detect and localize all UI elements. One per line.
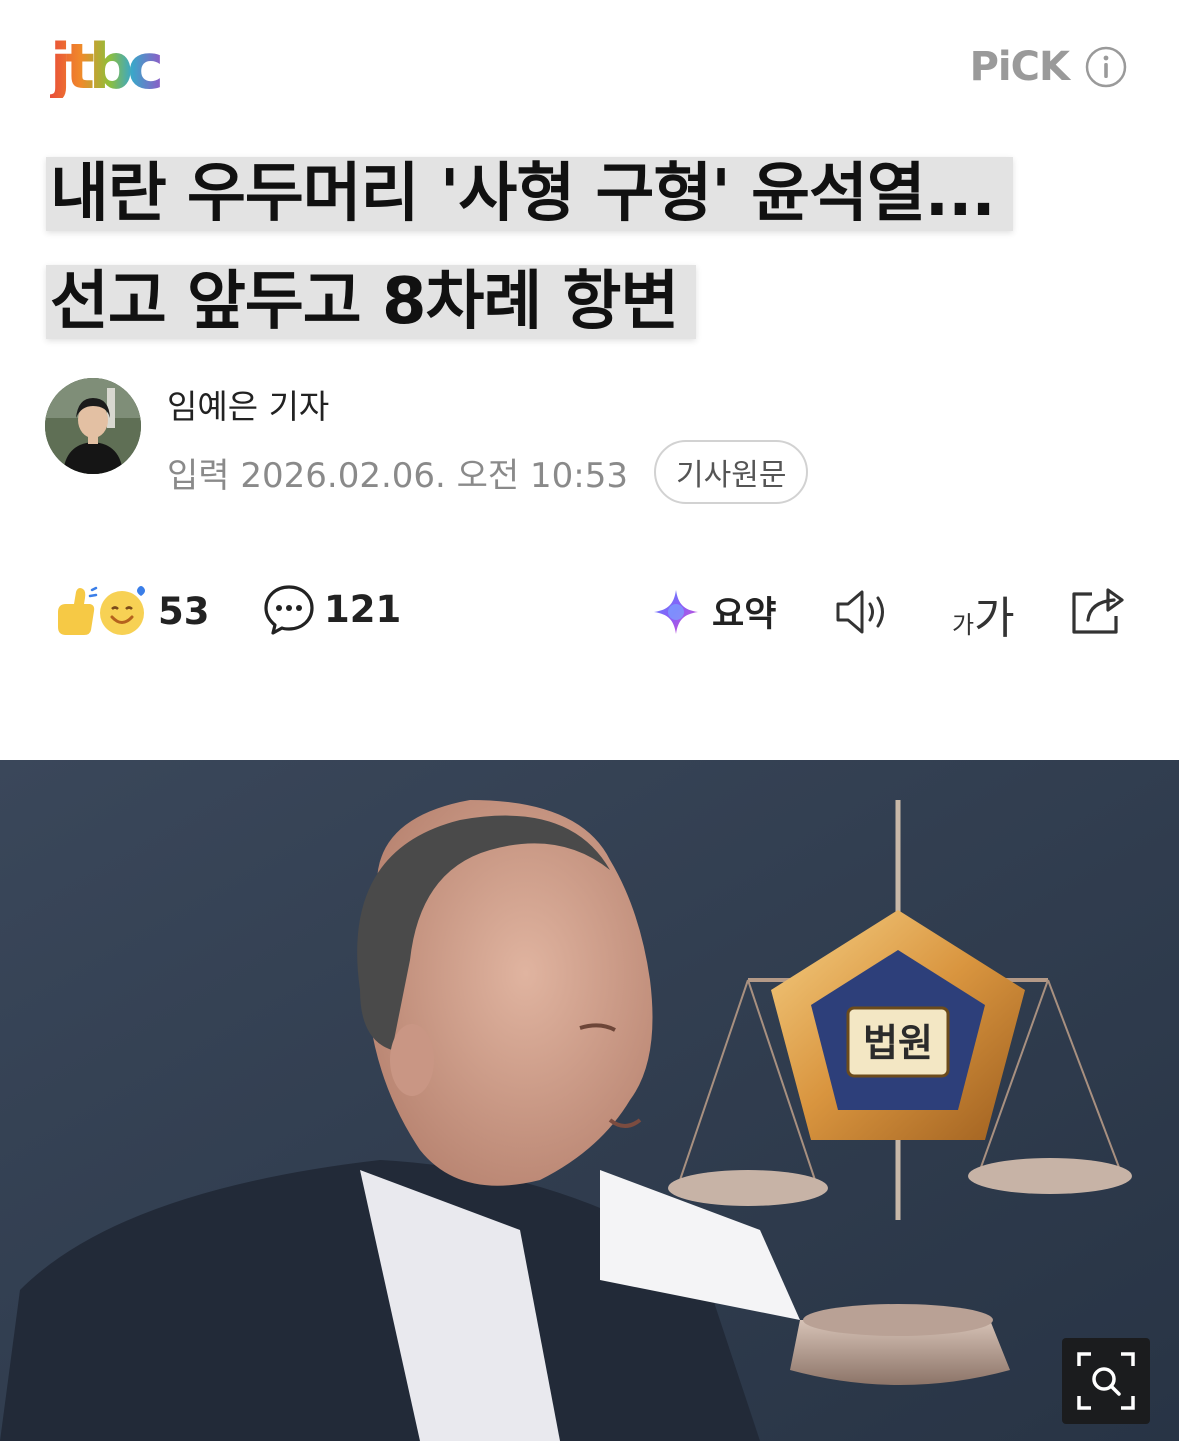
summary-button[interactable]: 요약	[652, 586, 776, 637]
byline: 임예은 기자 입력 2026.02.06. 오전 10:53 기사원문	[45, 378, 809, 504]
original-article-button[interactable]: 기사원문	[654, 440, 809, 504]
pick-badge[interactable]: PiCK	[970, 44, 1127, 90]
court-emblem-text: 법원	[863, 1021, 933, 1065]
jtbc-logo[interactable]: jtbc	[50, 34, 170, 98]
share-icon	[1072, 588, 1124, 634]
comment-icon	[264, 585, 314, 635]
comment-button[interactable]: 121	[262, 582, 401, 636]
summary-label: 요약	[712, 595, 777, 635]
headline: 내란 우두머리 '사형 구형' 윤석열... 선고 앞두고 8차례 항변	[46, 140, 1066, 356]
comment-count: 121	[324, 587, 402, 631]
text-to-speech-button[interactable]	[834, 586, 894, 638]
article-toolbar: 53 121 요약 가가	[0, 578, 1179, 648]
article-header: jtbc PiCK	[0, 0, 1179, 130]
reaction-button[interactable]: 53	[52, 582, 210, 640]
reporter-name[interactable]: 임예은 기자	[167, 380, 808, 428]
font-size-icon: 가가	[952, 593, 1015, 644]
pick-label: PiCK	[969, 44, 1070, 90]
svg-text:jtbc: jtbc	[50, 34, 160, 98]
publish-date: 입력 2026.02.06. 오전 10:53	[167, 455, 629, 496]
zoom-photo-button[interactable]	[1062, 1338, 1150, 1424]
article-photo[interactable]: 법원	[0, 760, 1179, 1441]
font-size-button[interactable]: 가가	[952, 582, 1015, 646]
summary-sparkle-icon	[654, 589, 698, 634]
reporter-avatar[interactable]	[45, 378, 141, 474]
speaker-icon	[836, 590, 884, 634]
reaction-count: 53	[158, 589, 210, 633]
share-button[interactable]	[1068, 582, 1128, 638]
info-icon[interactable]	[1085, 46, 1127, 88]
headline-text: 내란 우두머리 '사형 구형' 윤석열... 선고 앞두고 8차례 항변	[46, 157, 1013, 339]
reaction-emoji-icon	[58, 586, 145, 635]
zoom-search-icon	[1077, 1352, 1135, 1410]
